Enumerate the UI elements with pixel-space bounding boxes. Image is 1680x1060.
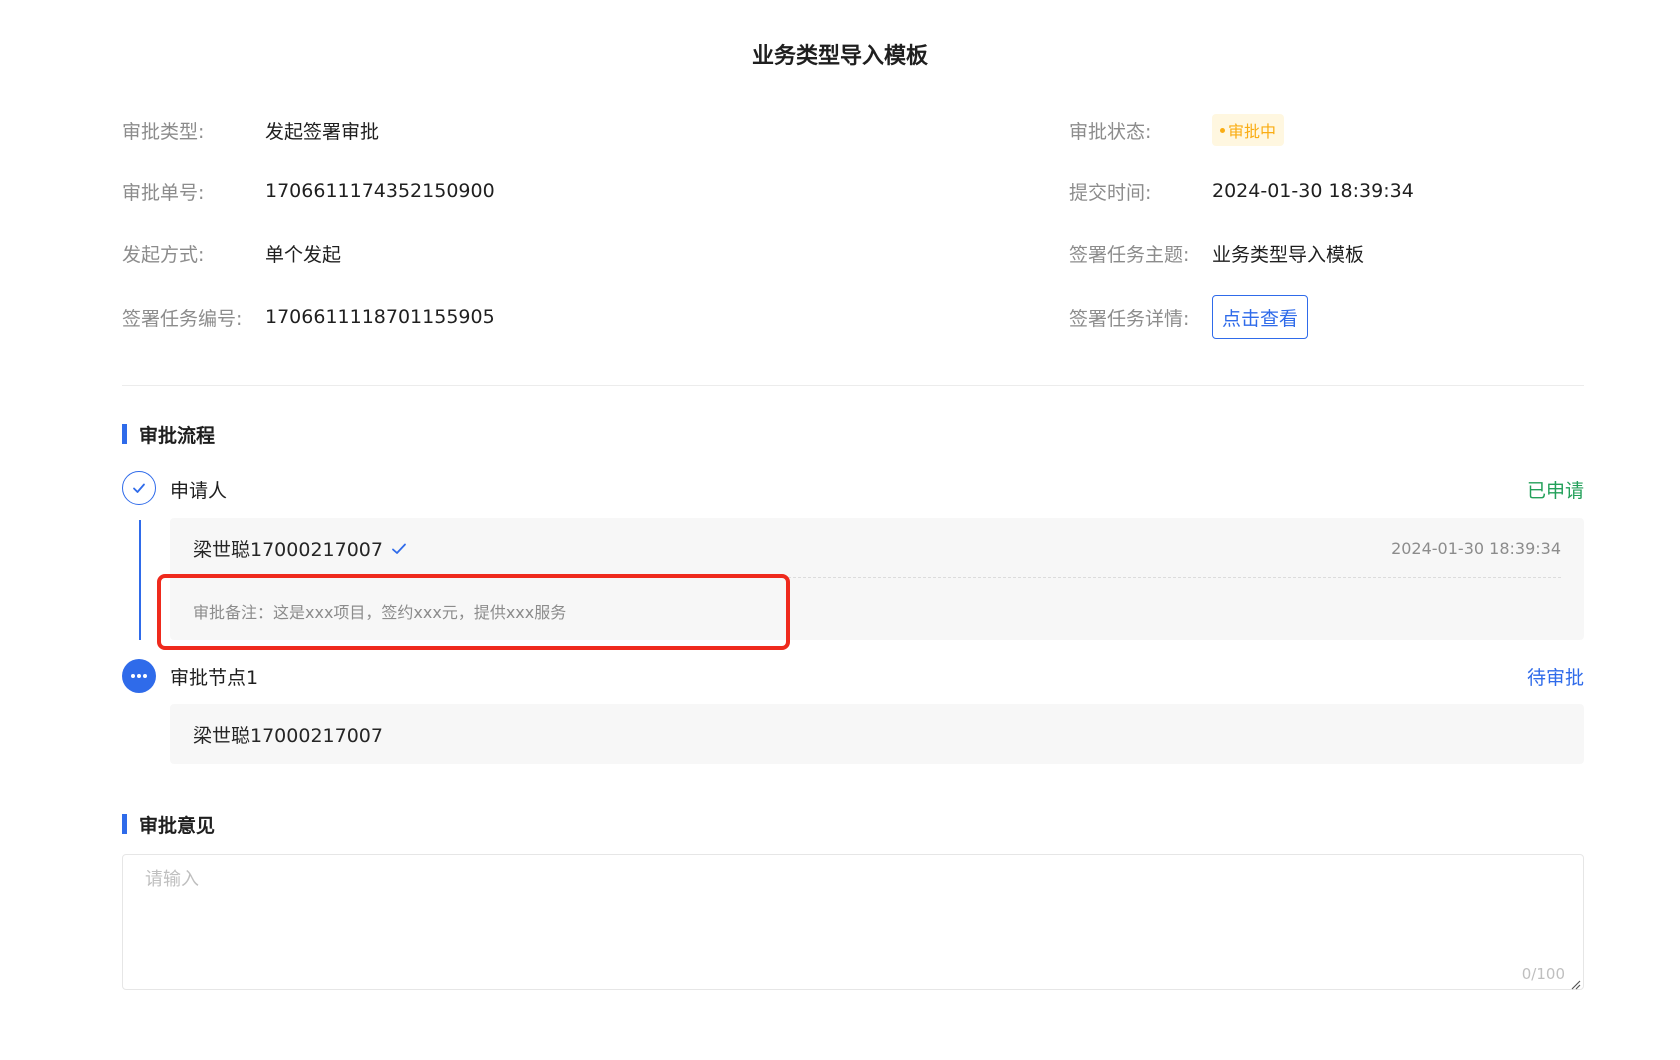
- section-title-text: 审批意见: [139, 814, 216, 837]
- status-badge-text: 审批中: [1228, 122, 1277, 141]
- step-name: 审批节点1: [170, 667, 259, 689]
- divider: [122, 385, 1584, 386]
- opinion-textarea[interactable]: [123, 855, 1583, 989]
- opinion-section-title: 审批意见: [122, 812, 216, 837]
- info-submit-time: 提交时间: 2024-01-30 18:39:34: [1069, 175, 1414, 207]
- card-user: 梁世聪17000217007: [193, 535, 407, 562]
- check-icon: [391, 542, 407, 556]
- status-dot-icon: [1220, 127, 1225, 133]
- info-label: 签署任务编号:: [122, 307, 243, 330]
- info-label: 发起方式:: [122, 243, 205, 266]
- info-task-detail: 签署任务详情: 点击查看: [1069, 295, 1309, 339]
- info-approval-status: 审批状态: 审批中: [1069, 114, 1285, 146]
- info-label: 签署任务详情:: [1069, 307, 1190, 330]
- approver-card: 梁世聪17000217007: [170, 704, 1584, 764]
- info-value: 2024-01-30 18:39:34: [1212, 180, 1414, 202]
- card-user: 梁世聪17000217007: [193, 721, 383, 748]
- info-value: 业务类型导入模板: [1212, 243, 1365, 266]
- timeline-line: [139, 520, 141, 640]
- highlight-box: [157, 574, 790, 650]
- info-label: 审批类型:: [122, 120, 205, 143]
- info-task-number: 签署任务编号: 1706611118701155905: [122, 301, 495, 333]
- view-detail-button[interactable]: 点击查看: [1212, 295, 1309, 339]
- info-approval-number: 审批单号: 1706611174352150900: [122, 175, 495, 207]
- process-section-title: 审批流程: [122, 422, 216, 447]
- info-label: 提交时间:: [1069, 181, 1152, 204]
- section-title-text: 审批流程: [139, 424, 216, 447]
- page-title: 业务类型导入模板: [751, 44, 928, 69]
- info-initiation-method: 发起方式: 单个发起: [122, 237, 341, 269]
- info-value: 单个发起: [265, 243, 342, 266]
- user-name: 梁世聪17000217007: [193, 725, 383, 747]
- status-badge: 审批中: [1212, 114, 1285, 146]
- info-task-subject: 签署任务主题: 业务类型导入模板: [1069, 237, 1364, 269]
- info-value: 1706611118701155905: [265, 306, 495, 328]
- step-name: 申请人: [170, 480, 228, 502]
- word-count: 0/100: [1521, 965, 1565, 983]
- info-label: 审批单号:: [122, 181, 205, 204]
- info-approval-type: 审批类型: 发起签署审批: [122, 114, 379, 146]
- user-name: 梁世聪17000217007: [193, 539, 383, 561]
- step-status-waiting: 待审批: [1526, 667, 1584, 689]
- more-circle-icon: [122, 659, 156, 693]
- opinion-textarea-wrapper: 0/100: [122, 854, 1584, 990]
- info-label: 签署任务主题:: [1069, 243, 1190, 266]
- section-bar: [122, 424, 127, 444]
- info-label: 审批状态:: [1069, 120, 1152, 143]
- info-value: 1706611174352150900: [265, 180, 495, 202]
- section-bar: [122, 814, 127, 834]
- check-circle-icon: [122, 471, 156, 505]
- info-value: 发起签署审批: [265, 120, 380, 143]
- card-time: 2024-01-30 18:39:34: [1391, 539, 1561, 558]
- step-status-applied: 已申请: [1526, 480, 1584, 502]
- resize-handle-icon[interactable]: [1569, 975, 1581, 990]
